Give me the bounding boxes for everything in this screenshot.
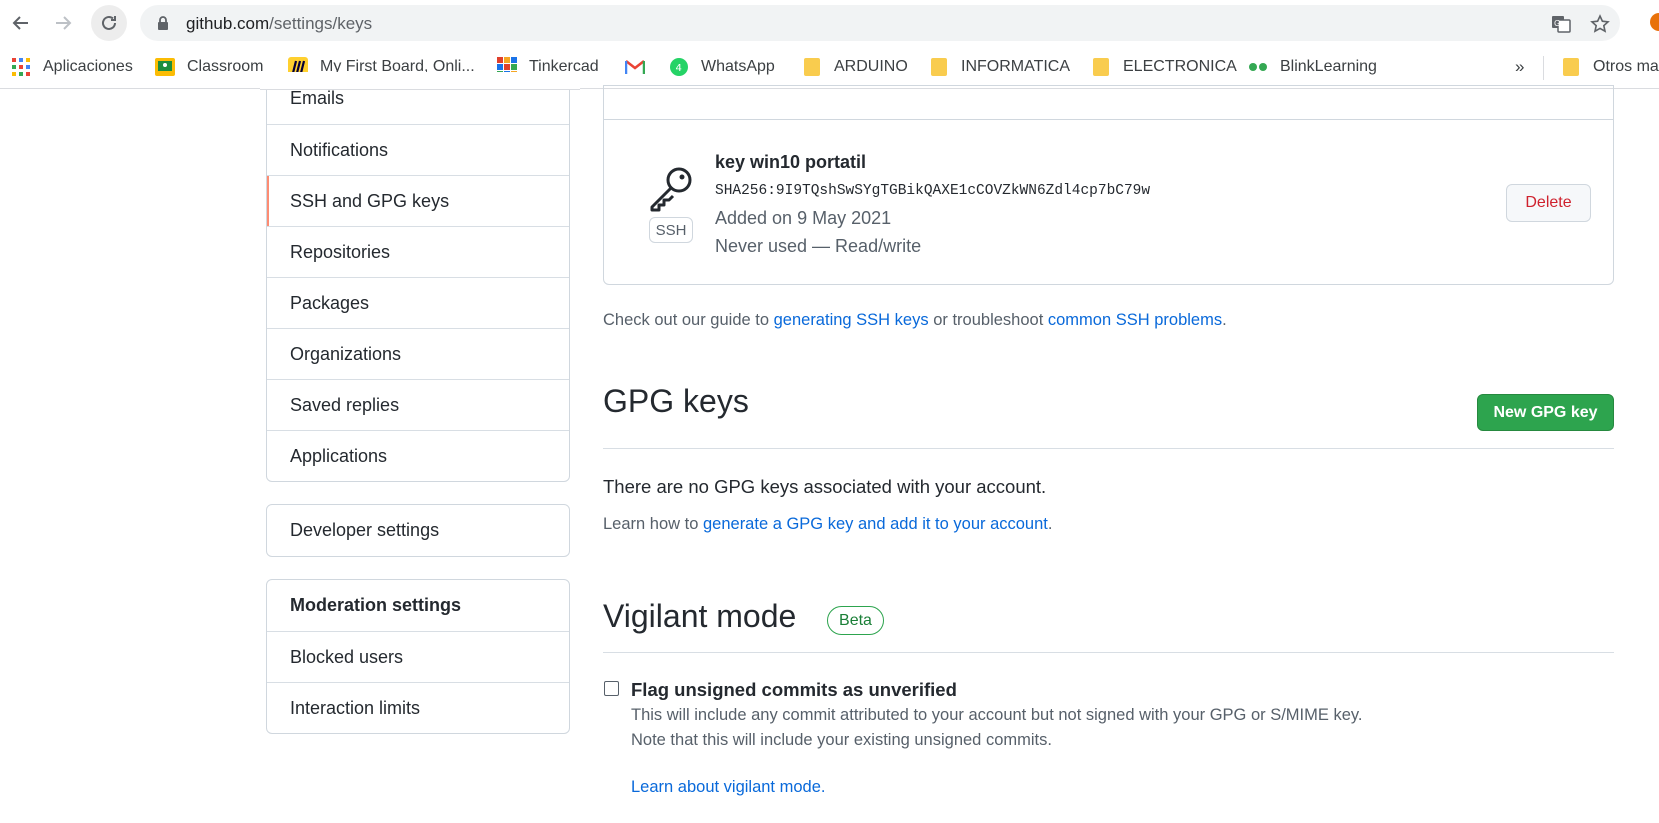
gpg-section-divider [603, 448, 1614, 449]
learn-gpg-prefix: Learn how to [603, 515, 703, 533]
bookmark-label: Otros ma [1593, 58, 1659, 75]
bookmark-electronica[interactable]: ELECTRONICA [1091, 56, 1237, 78]
moderation-heading: Moderation settings [267, 580, 569, 631]
sidebar-item-label: Emails [290, 88, 345, 108]
sidebar-item-label: Interaction limits [290, 697, 421, 718]
sidebar-item-label: Developer settings [290, 520, 440, 540]
ssh-key-usage: Never used — Read/write [715, 236, 922, 256]
common-ssh-problems-link[interactable]: common SSH problems [1048, 311, 1222, 329]
bookmark-whatsapp[interactable]: 4 WhatsApp [669, 56, 775, 78]
bookmark-informatica[interactable]: INFORMATICA [929, 56, 1070, 78]
bookmark-label: ELECTRONICA [1123, 58, 1237, 75]
sidebar-item-label: Applications [290, 445, 388, 466]
learn-gpg-suffix: . [1047, 515, 1053, 533]
back-arrow-icon[interactable] [6, 8, 36, 38]
bookmark-classroom[interactable]: Classroom [155, 56, 263, 78]
sidebar-item-label: SSH and GPG keys [290, 190, 450, 211]
ssh-guide-text: Check out our guide to generating SSH ke… [603, 311, 1227, 330]
generating-ssh-keys-link[interactable]: generating SSH keys [774, 311, 929, 329]
sidebar-item-organizations[interactable]: Organizations [267, 328, 569, 379]
sidebar-item-interaction-limits[interactable]: Interaction limits [267, 682, 569, 733]
bookmark-other[interactable]: Otros ma [1561, 56, 1659, 78]
folder-icon [929, 57, 949, 77]
sidebar-item-packages[interactable]: Packages [267, 277, 569, 328]
bookmark-label: Classroom [187, 58, 264, 75]
settings-menu: Emails Notifications SSH and GPG keys Re… [266, 72, 570, 482]
sidebar-item-label: Organizations [290, 343, 402, 364]
address-bar[interactable]: github.com/settings/keys G [140, 5, 1620, 41]
sidebar-item-applications[interactable]: Applications [267, 430, 569, 481]
guide-suffix: . [1222, 311, 1227, 329]
lock-icon [157, 16, 169, 35]
bookmark-star-icon[interactable] [1590, 14, 1610, 39]
scroll-mask [260, 72, 580, 90]
no-gpg-keys-message: There are no GPG keys associated with yo… [603, 476, 1047, 497]
key-icon [648, 164, 696, 217]
ssh-type-badge: SSH [649, 217, 693, 243]
classroom-icon [155, 57, 175, 77]
sidebar-item-label: Packages [290, 292, 370, 313]
developer-settings-menu: Developer settings [266, 504, 570, 557]
sidebar-item-saved-replies[interactable]: Saved replies [267, 379, 569, 430]
ssh-key-fingerprint: SHA256:9I9TQshSwSYgTGBikQAXE1cCOVZkWN6Zd… [715, 183, 1151, 199]
learn-vigilant-mode-link[interactable]: Learn about vigilant mode. [631, 778, 825, 797]
bookmark-label: ARDUINO [834, 58, 908, 75]
svg-text:4: 4 [676, 63, 682, 74]
generate-gpg-key-link[interactable]: generate a GPG key and add it to your ac… [703, 515, 1048, 533]
forward-arrow-icon[interactable] [48, 8, 78, 38]
sidebar-item-blocked-users[interactable]: Blocked users [267, 631, 569, 682]
sidebar-item-ssh-gpg-keys[interactable]: SSH and GPG keys [267, 175, 569, 226]
ssh-key-added-date: Added on 9 May 2021 [715, 208, 892, 228]
vigilant-section-divider [603, 652, 1614, 653]
profile-avatar[interactable] [1650, 13, 1659, 31]
sidebar-item-developer-settings[interactable]: Developer settings [267, 505, 569, 556]
more-bookmarks-button[interactable]: » [1515, 57, 1524, 77]
sidebar-item-label: Saved replies [290, 394, 400, 415]
card-divider [604, 119, 1613, 120]
bookmarks-divider [1543, 56, 1544, 80]
gpg-keys-title: GPG keys [603, 383, 749, 419]
folder-icon [1091, 57, 1111, 77]
reload-icon[interactable] [91, 5, 127, 41]
sidebar-item-label: Notifications [290, 139, 389, 160]
new-gpg-key-button[interactable]: New GPG key [1477, 394, 1614, 431]
url-text: github.com/settings/keys [186, 14, 373, 33]
sidebar-item-label: Blocked users [290, 646, 404, 667]
moderation-settings-menu: Moderation settings Blocked users Intera… [266, 579, 570, 734]
moderation-heading-label: Moderation settings [290, 595, 462, 615]
svg-text:G: G [1554, 19, 1560, 28]
bookmark-blinklearning[interactable]: BlinkLearning [1248, 56, 1377, 78]
blinklearning-icon [1248, 57, 1268, 77]
ssh-key-title: key win10 portatil [715, 152, 867, 172]
vigilant-note-line-2: Note that this will include your existin… [631, 731, 1052, 749]
flag-unsigned-label[interactable]: Flag unsigned commits as unverified [631, 679, 957, 701]
bookmark-label: Aplicaciones [43, 58, 133, 75]
browser-toolbar: github.com/settings/keys G [0, 0, 1659, 46]
bookmarks-bar: Aplicaciones Classroom My First Board, O… [0, 46, 1659, 89]
guide-prefix: Check out our guide to [603, 311, 774, 329]
sidebar-item-notifications[interactable]: Notifications [267, 124, 569, 175]
whatsapp-icon: 4 [669, 57, 689, 77]
bookmark-label: INFORMATICA [961, 58, 1071, 75]
apps-grid-icon [11, 57, 31, 77]
bookmark-gmail[interactable] [625, 56, 657, 78]
flag-unsigned-checkbox[interactable] [604, 681, 619, 696]
bookmark-apps[interactable]: Aplicaciones [11, 56, 133, 78]
sidebar-item-label: Repositories [290, 241, 391, 262]
beta-badge: Beta [827, 606, 884, 635]
guide-middle: or troubleshoot [928, 311, 1048, 329]
sidebar-item-repositories[interactable]: Repositories [267, 226, 569, 277]
vigilant-note-line-1: This will include any commit attributed … [631, 706, 1363, 724]
delete-key-button[interactable]: Delete [1506, 184, 1591, 222]
gmail-icon [625, 57, 645, 77]
folder-icon [802, 57, 822, 77]
bookmark-label: WhatsApp [701, 58, 775, 75]
bookmark-arduino[interactable]: ARDUINO [802, 56, 908, 78]
ssh-key-card: SSH key win10 portatil SHA256:9I9TQshSwS… [603, 85, 1614, 285]
translate-icon[interactable]: G [1551, 14, 1571, 39]
bookmark-label: BlinkLearning [1280, 58, 1377, 75]
learn-gpg-text: Learn how to generate a GPG key and add … [603, 515, 1052, 534]
vigilant-mode-title: Vigilant mode [603, 598, 797, 634]
folder-icon [1561, 57, 1581, 77]
